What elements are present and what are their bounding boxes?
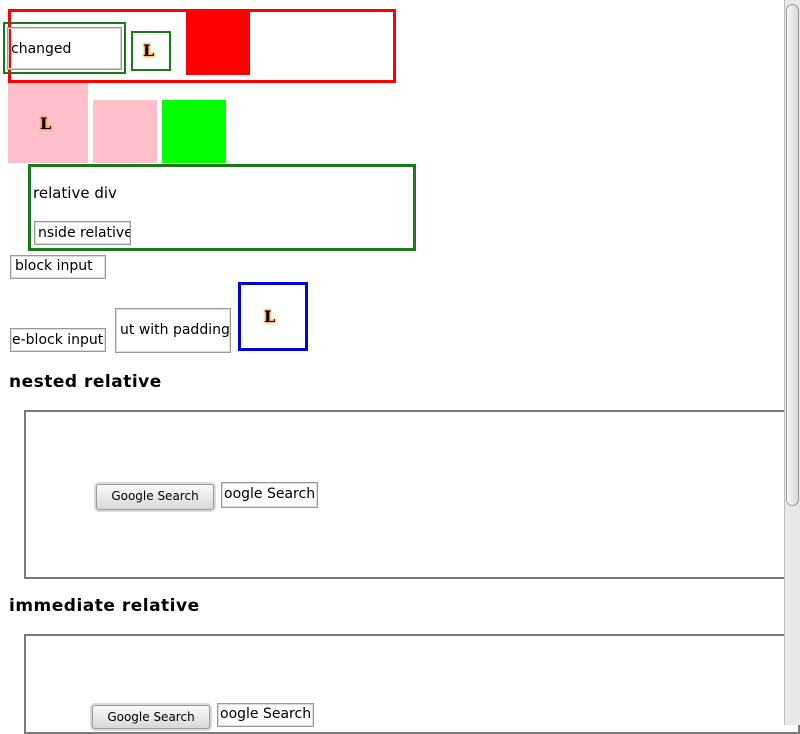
pink-box-with-logo: L <box>8 83 88 163</box>
relative-div: relative div nside relative <box>28 164 416 251</box>
inside-relative-input[interactable]: nside relative <box>34 221 131 245</box>
relative-div-label: relative div <box>33 184 117 202</box>
google-search-input[interactable]: oogle Search <box>217 703 314 727</box>
changed-text-input[interactable]: changed <box>7 27 122 70</box>
blue-logo-box: L <box>238 282 308 351</box>
red-square <box>186 11 250 75</box>
block-input[interactable]: block input <box>10 255 106 279</box>
green-square <box>162 100 226 163</box>
google-search-input[interactable]: oogle Search <box>221 482 318 508</box>
pink-square <box>93 100 157 163</box>
input-with-padding[interactable]: ut with padding <box>115 308 231 353</box>
immediate-relative-heading: immediate relative <box>9 596 200 616</box>
logo-icon: L <box>264 307 276 326</box>
scrollbar-thumb[interactable] <box>786 4 799 506</box>
logo-icon: L <box>40 114 52 133</box>
google-search-button[interactable]: Google Search <box>96 484 214 510</box>
logo-image-box: L <box>131 31 171 71</box>
nested-relative-frame: Google Search oogle Search <box>24 410 800 579</box>
logo-icon: L <box>143 41 155 60</box>
immediate-relative-frame: Google Search oogle Search <box>24 634 800 734</box>
google-search-button[interactable]: Google Search <box>92 705 210 729</box>
nested-relative-heading: nested relative <box>9 372 162 392</box>
inline-block-input[interactable]: e-block input <box>10 328 106 352</box>
